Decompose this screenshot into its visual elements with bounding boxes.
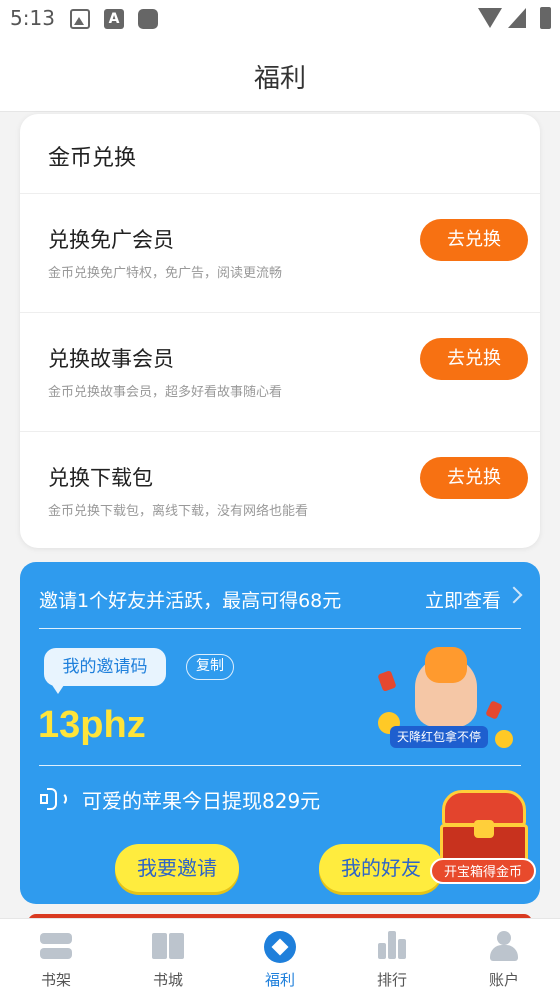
red-packet-promo-image[interactable]: 天降红包拿不停 (370, 642, 520, 752)
bottom-nav: 书架 书城 福利 排行 账户 (0, 918, 560, 995)
page-title: 福利 (253, 64, 306, 94)
nav-item-bookstore[interactable]: 书城 (112, 919, 224, 995)
exchange-item-ad-free: 兑换免广会员 金币兑换免广特权，免广告，阅读更流畅 去兑换 (20, 194, 540, 312)
red-envelope-icon (485, 700, 503, 720)
red-envelope-icon (377, 670, 397, 692)
exchange-story-button[interactable]: 去兑换 (420, 338, 528, 380)
invite-card: 邀请1个好友并活跃，最高可得68元 立即查看 我的邀请码 复制 13phz 天降… (20, 562, 540, 904)
chevron-right-icon[interactable] (505, 586, 523, 604)
invite-headline: 邀请1个好友并活跃，最高可得68元 (39, 590, 342, 612)
book-icon (152, 931, 184, 961)
bookshelf-icon (40, 931, 72, 961)
ranking-icon (376, 931, 408, 961)
coin-exchange-card: 金币兑换 兑换免广会员 金币兑换免广特权，免广告，阅读更流畅 去兑换 兑换故事会… (20, 114, 540, 548)
my-friends-button[interactable]: 我的好友 (319, 844, 443, 892)
wifi-icon (478, 8, 502, 28)
withdrawal-broadcast: 可爱的苹果今日提现829元 (82, 789, 321, 813)
exchange-item-desc: 金币兑换下载包，离线下载，没有网络也能看 (48, 504, 309, 519)
image-icon (70, 9, 90, 29)
invite-code: 13phz (38, 704, 146, 746)
app-header: 福利 (0, 40, 560, 112)
invite-code-label: 我的邀请码 (44, 648, 166, 694)
nav-item-account[interactable]: 账户 (448, 919, 560, 995)
coin-icon (495, 730, 513, 748)
divider (39, 628, 521, 629)
exchange-ad-free-button[interactable]: 去兑换 (420, 219, 528, 261)
account-icon (488, 931, 520, 961)
open-chest-label[interactable]: 开宝箱得金币 (430, 858, 536, 884)
exchange-item-download: 兑换下载包 金币兑换下载包，离线下载，没有网络也能看 去兑换 (20, 432, 540, 550)
nav-item-bookshelf[interactable]: 书架 (0, 919, 112, 995)
nav-label: 排行 (376, 971, 407, 989)
exchange-item-desc: 金币兑换故事会员，超多好看故事随心看 (48, 385, 283, 400)
exchange-item-story: 兑换故事会员 金币兑换故事会员，超多好看故事随心看 去兑换 (20, 313, 540, 431)
signal-icon (508, 8, 526, 28)
red-packet-illustration (425, 647, 467, 683)
nav-label: 书架 (40, 971, 71, 989)
speaker-icon (40, 787, 67, 811)
exchange-item-desc: 金币兑换免广特权，免广告，阅读更流畅 (48, 266, 283, 281)
a-icon: A (104, 9, 124, 29)
status-time: 5:13 (10, 6, 55, 30)
copy-button[interactable]: 复制 (186, 654, 234, 680)
battery-icon (540, 7, 551, 29)
welfare-icon (264, 931, 296, 963)
nav-label: 福利 (264, 971, 295, 989)
exchange-item-title: 兑换故事会员 (48, 347, 174, 371)
promo-ribbon: 天降红包拿不停 (390, 726, 488, 748)
divider (39, 765, 521, 766)
exchange-download-button[interactable]: 去兑换 (420, 457, 528, 499)
square-icon (138, 9, 158, 29)
exchange-item-title: 兑换免广会员 (48, 228, 174, 252)
nav-item-ranking[interactable]: 排行 (336, 919, 448, 995)
exchange-item-title: 兑换下载包 (48, 466, 153, 490)
nav-item-welfare[interactable]: 福利 (224, 919, 336, 995)
status-bar: 5:13 A (0, 0, 560, 40)
invite-button[interactable]: 我要邀请 (115, 844, 239, 892)
view-now-link[interactable]: 立即查看 (425, 586, 501, 613)
nav-label: 账户 (488, 971, 519, 989)
nav-label: 书城 (152, 971, 183, 989)
exchange-card-title: 金币兑换 (48, 146, 137, 171)
